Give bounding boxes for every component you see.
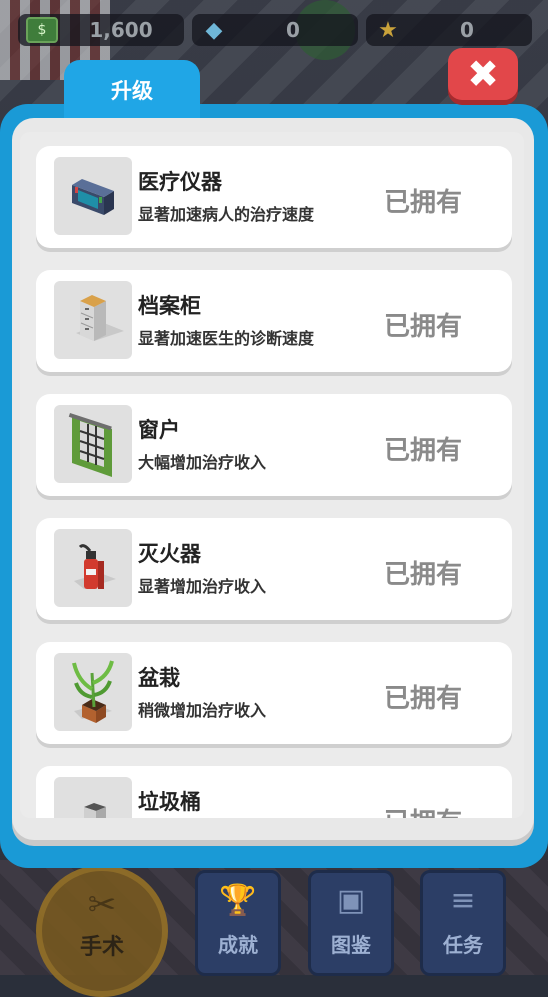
guide-label: 图鉴: [331, 933, 371, 957]
cash-icon: $: [26, 17, 58, 43]
potted-plant-icon: [54, 653, 132, 731]
close-icon: ✖: [467, 52, 499, 96]
upgrade-item-window[interactable]: 窗户 大幅增加治疗收入 已拥有: [36, 394, 512, 496]
resource-bar: $ 1,600 ◆ 0 ★ 0: [18, 14, 532, 48]
owned-status: 已拥有: [384, 312, 463, 342]
tab-upgrade[interactable]: 升级: [64, 60, 200, 120]
trophy-icon: 🏆: [219, 883, 257, 918]
close-button[interactable]: ✖: [448, 48, 518, 100]
upgrade-list[interactable]: 医疗仪器 显著加速病人的治疗速度 已拥有 档案柜 显著加速医生的诊断速度 已拥有: [20, 132, 524, 818]
item-description: 显著增加治疗收入: [138, 577, 267, 596]
cash-counter: $ 1,600: [18, 14, 184, 46]
item-description: 大幅增加治疗收入: [138, 453, 267, 472]
tasks-button[interactable]: ≡ 任务: [420, 870, 506, 976]
upgrade-item-medical-equipment[interactable]: 医疗仪器 显著加速病人的治疗速度 已拥有: [36, 146, 512, 248]
achievements-label: 成就: [218, 933, 258, 957]
medical-monitor-icon: [54, 157, 132, 235]
fire-extinguisher-icon: [54, 529, 132, 607]
item-title: 档案柜: [138, 294, 201, 318]
bottom-nav: ✂ 手术 🏆 成就 ▣ 图鉴 ≡ 任务: [0, 855, 548, 997]
upgrade-item-trash-can[interactable]: 垃圾桶 已拥有: [36, 766, 512, 818]
star-value: 0: [460, 18, 474, 42]
gem-icon: ◆: [205, 17, 223, 43]
item-title: 窗户: [138, 418, 180, 442]
achievements-button[interactable]: 🏆 成就: [195, 870, 281, 976]
file-cabinet-icon: [54, 281, 132, 359]
item-title: 垃圾桶: [138, 790, 201, 814]
surgery-tools-icon: ✂: [87, 885, 117, 925]
cash-value: 1,600: [89, 18, 153, 42]
star-icon: ★: [378, 17, 398, 43]
window-icon: [54, 405, 132, 483]
item-title: 医疗仪器: [138, 170, 222, 194]
task-list-icon: ≡: [450, 883, 476, 918]
owned-status: 已拥有: [384, 560, 463, 590]
upgrade-item-potted-plant[interactable]: 盆栽 稍微增加治疗收入 已拥有: [36, 642, 512, 744]
item-description: 显著加速病人的治疗速度: [138, 205, 315, 224]
item-description: 稍微增加治疗收入: [138, 701, 267, 720]
gem-value: 0: [286, 18, 300, 42]
book-icon: ▣: [336, 883, 366, 918]
trash-can-icon: [54, 777, 132, 818]
surgery-button[interactable]: ✂ 手术: [36, 865, 168, 997]
owned-status: 已拥有: [384, 436, 463, 466]
item-description: 显著加速医生的诊断速度: [138, 329, 315, 348]
upgrade-item-fire-extinguisher[interactable]: 灭火器 显著增加治疗收入 已拥有: [36, 518, 512, 620]
item-title: 灭火器: [138, 542, 201, 566]
star-counter: ★ 0: [366, 14, 532, 46]
tasks-label: 任务: [443, 933, 483, 957]
upgrade-item-file-cabinet[interactable]: 档案柜 显著加速医生的诊断速度 已拥有: [36, 270, 512, 372]
surgery-label: 手术: [79, 935, 124, 960]
owned-status: 已拥有: [384, 684, 463, 714]
item-title: 盆栽: [138, 666, 180, 690]
owned-status: 已拥有: [384, 802, 462, 818]
gem-counter: ◆ 0: [192, 14, 358, 46]
guide-button[interactable]: ▣ 图鉴: [308, 870, 394, 976]
owned-status: 已拥有: [384, 188, 463, 218]
